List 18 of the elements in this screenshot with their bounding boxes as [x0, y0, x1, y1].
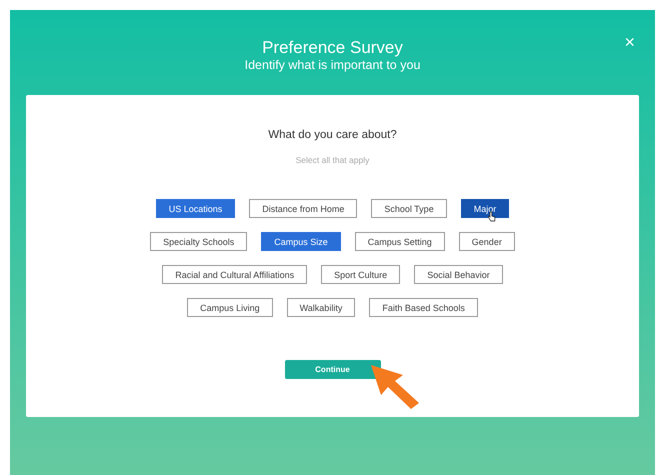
option-chip[interactable]: Gender [458, 232, 515, 251]
survey-subtitle: Identify what is important to you [244, 58, 420, 73]
option-chip[interactable]: School Type [371, 199, 447, 218]
option-chip[interactable]: Social Behavior [414, 265, 503, 284]
option-chip[interactable]: Campus Setting [354, 232, 445, 251]
option-chip[interactable]: Racial and Cultural Affiliations [162, 265, 308, 284]
option-chip[interactable]: Distance from Home [249, 199, 358, 218]
option-chip[interactable]: US Locations [156, 199, 236, 218]
option-chip[interactable]: Faith Based Schools [369, 298, 478, 317]
option-chip[interactable]: Walkability [286, 298, 356, 317]
survey-title: Preference Survey [262, 38, 403, 58]
hint-text: Select all that apply [294, 155, 370, 165]
option-chip[interactable]: Campus Living [187, 298, 273, 317]
pointer-arrow-icon [368, 363, 420, 411]
option-chip[interactable]: Campus Size [261, 232, 341, 251]
option-chip[interactable]: Specialty Schools [150, 232, 248, 251]
question-text: What do you care about? [267, 129, 398, 141]
option-chip[interactable]: Sport Culture [321, 265, 400, 284]
